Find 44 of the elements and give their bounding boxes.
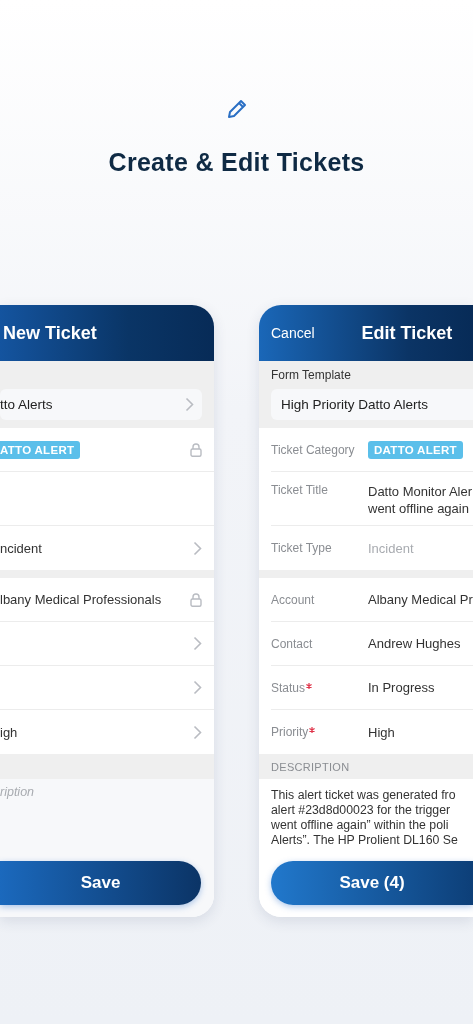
template-field[interactable]: High Priority Datto Alerts — [271, 389, 473, 420]
form-row[interactable]: igh — [0, 710, 214, 754]
field-label: Ticket Category — [271, 442, 356, 457]
field-value: High — [368, 724, 395, 740]
field-label: Ticket Type — [271, 541, 333, 555]
template-field[interactable]: tto Alerts — [0, 389, 202, 420]
save-button[interactable]: Save — [0, 861, 201, 905]
form-row[interactable]: ncident — [0, 526, 214, 570]
cancel-button[interactable]: Cancel — [271, 325, 315, 341]
field-label: Account — [271, 592, 316, 607]
field-value: lbany Medical Professionals — [0, 592, 162, 607]
description-placeholder: ription — [0, 785, 36, 799]
category-tag: ATTO ALERT — [0, 440, 81, 459]
field-value: Albany Medical Pr — [368, 592, 473, 607]
field-label: Form Template — [271, 368, 352, 384]
form-row[interactable]: Ticket Category DATTO ALERT — [271, 428, 473, 472]
form-row[interactable]: Priority High — [271, 710, 473, 754]
form-row[interactable]: Ticket Type Incident — [271, 526, 473, 570]
form-row[interactable]: Account Albany Medical Pr — [271, 578, 473, 622]
save-button[interactable]: Save (4) — [271, 861, 473, 905]
page-heading: Create & Edit Tickets — [108, 148, 365, 177]
field-value: Andrew Hughes — [368, 636, 461, 651]
field-value: Incident — [368, 540, 414, 556]
screen-title: Edit Ticket — [361, 322, 453, 344]
required-asterisk-icon — [306, 682, 313, 689]
field-value: In Progress — [368, 680, 435, 695]
form-row[interactable]: Contact Andrew Hughes — [271, 622, 473, 666]
field-label: Ticket Title — [271, 483, 329, 497]
field-label: Priority — [271, 725, 368, 739]
field-value: igh — [0, 724, 18, 740]
category-tag: DATTO ALERT — [368, 440, 463, 459]
required-asterisk-icon — [309, 727, 316, 733]
field-label: Contact — [271, 636, 314, 651]
description-text: This alert ticket was generated fro alert #23d8d00023 for the trigger went offline again” within the poli Alerts”. The HP Prolient DL160 Se — [271, 788, 459, 848]
form-row[interactable]: lbany Medical Professionals — [0, 578, 214, 622]
description-field[interactable]: This alert ticket was generated fro alert #23d8d00023 for the trigger went offline again” within the poli Alerts”. The HP Prolient DL160 Se — [259, 779, 473, 861]
form-row[interactable]: Status In Progress — [271, 666, 473, 710]
screen-title: New Ticket — [3, 322, 97, 344]
field-label: Status — [271, 680, 368, 695]
form-row[interactable]: Ticket Title Datto Monitor Aler went offline again — [271, 472, 473, 526]
section-label: DESCRIPTION — [271, 760, 350, 773]
field-value: Datto Monitor Aler went offline again — [368, 483, 473, 517]
chevron-icon — [185, 397, 194, 412]
field-value: ncident — [0, 540, 42, 556]
